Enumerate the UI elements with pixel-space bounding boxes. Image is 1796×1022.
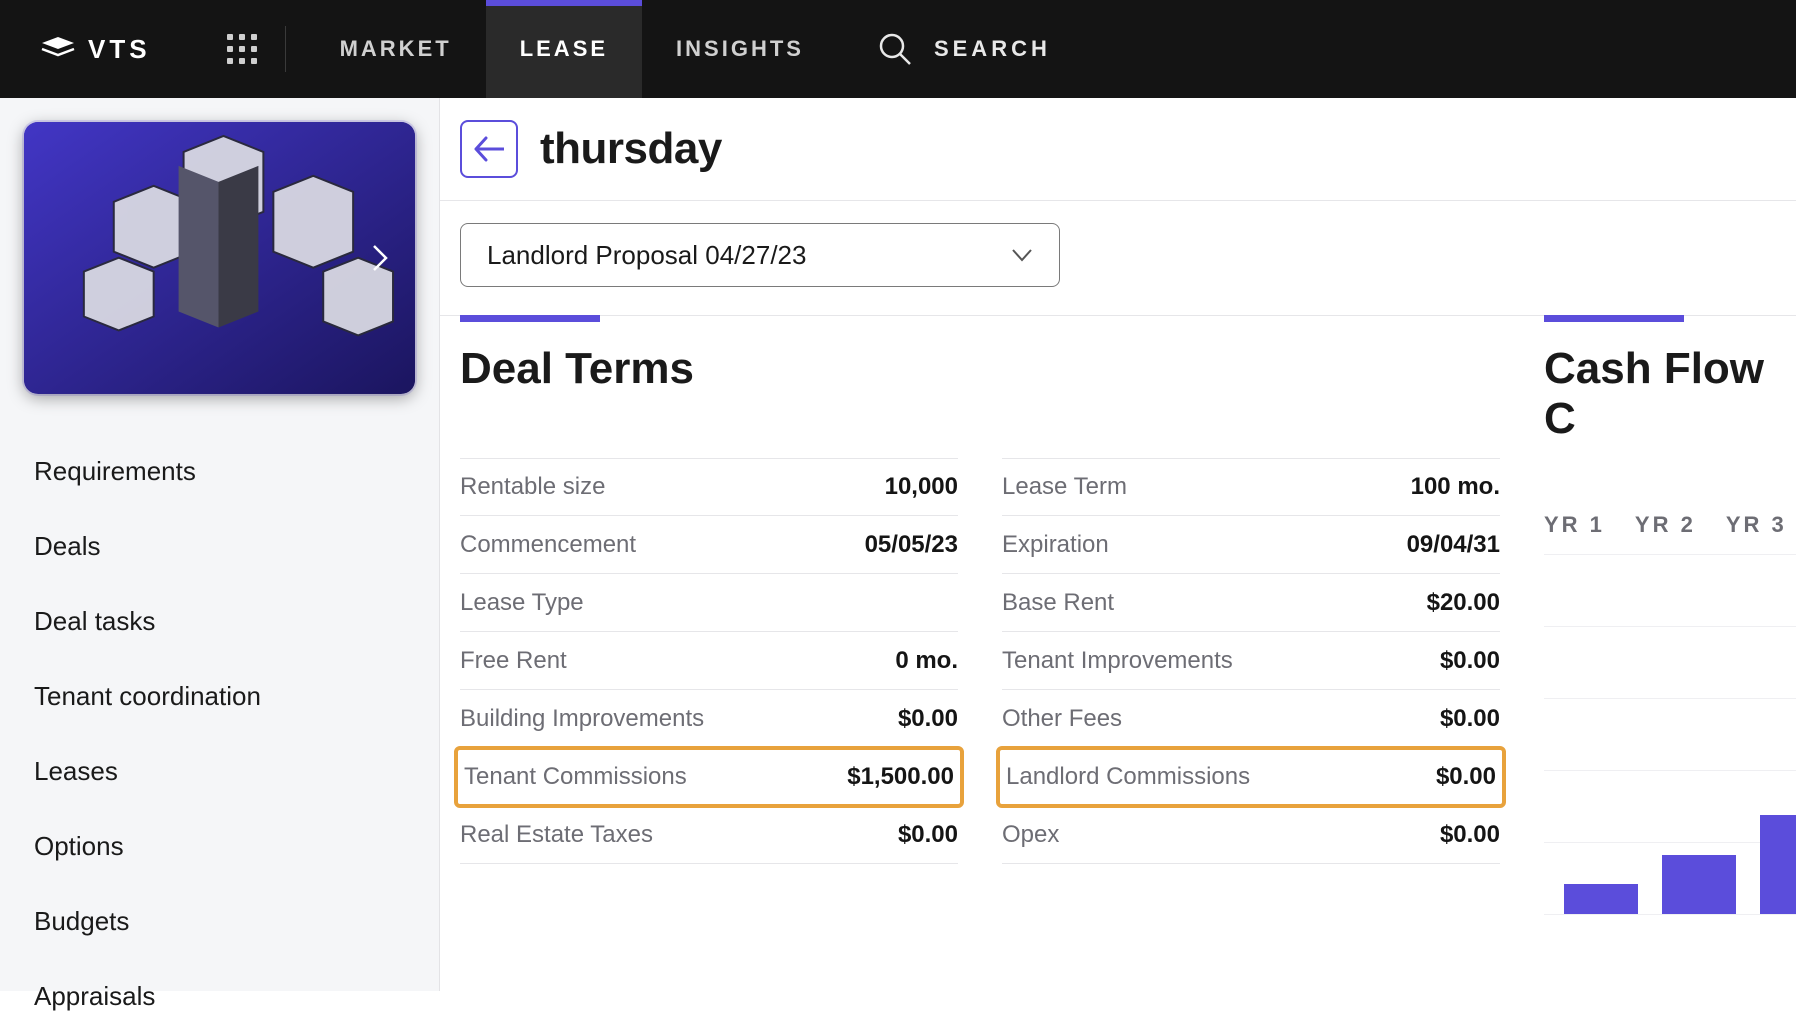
year-header: YR 1	[1544, 512, 1605, 538]
search-button[interactable]: SEARCH	[878, 32, 1051, 66]
term-value: $20.00	[1427, 589, 1500, 617]
cash-flow-heading: Cash Flow C	[1544, 344, 1796, 444]
term-value: $1,500.00	[847, 763, 954, 791]
main: thursday Landlord Proposal 04/27/23 Deal…	[440, 98, 1796, 991]
term-label: Expiration	[1002, 531, 1109, 559]
deal-terms-right-column: Lease Term 100 mo. Expiration 09/04/31 Base …	[1002, 458, 1500, 864]
term-row: Landlord Commissions $0.00	[996, 746, 1506, 808]
logo-icon	[40, 35, 76, 63]
nav-tab-insights[interactable]: INSIGHTS	[642, 0, 838, 98]
proposal-dropdown-value: Landlord Proposal 04/27/23	[487, 240, 806, 271]
term-value: 05/05/23	[865, 531, 958, 559]
proposal-dropdown[interactable]: Landlord Proposal 04/27/23	[460, 223, 1060, 287]
deal-terms-heading: Deal Terms	[460, 344, 1500, 394]
term-row: Opex $0.00	[1002, 806, 1500, 864]
term-value: $0.00	[1436, 763, 1496, 791]
sidebar-item-budgets[interactable]: Budgets	[34, 896, 415, 947]
term-value: $0.00	[898, 705, 958, 733]
term-row: Real Estate Taxes $0.00	[460, 806, 958, 864]
sidebar-item-deals[interactable]: Deals	[34, 521, 415, 572]
top-nav: VTS MARKET LEASE INSIGHTS SEARCH	[0, 0, 1796, 98]
term-value: 10,000	[885, 473, 958, 501]
nav-tab-lease[interactable]: LEASE	[486, 0, 642, 98]
term-row: Expiration 09/04/31	[1002, 516, 1500, 574]
panel-accent	[1544, 315, 1684, 322]
term-value: $0.00	[1440, 705, 1500, 733]
chart-bar	[1564, 884, 1638, 914]
term-row: Free Rent 0 mo.	[460, 632, 958, 690]
term-label: Real Estate Taxes	[460, 821, 653, 849]
term-label: Lease Type	[460, 589, 584, 617]
logo[interactable]: VTS	[0, 34, 183, 65]
city-illustration	[24, 122, 415, 393]
side-nav: Requirements Deals Deal tasks Tenant coo…	[24, 446, 415, 1022]
search-label: SEARCH	[934, 36, 1051, 62]
panel-accent	[460, 315, 600, 322]
term-row: Rentable size 10,000	[460, 458, 958, 516]
chevron-right-icon[interactable]	[363, 241, 397, 275]
term-row: Tenant Commissions $1,500.00	[454, 746, 964, 808]
year-header: YR 2	[1635, 512, 1696, 538]
term-row: Base Rent $20.00	[1002, 574, 1500, 632]
term-label: Lease Term	[1002, 473, 1127, 501]
term-row: Building Improvements $0.00	[460, 690, 958, 748]
sidebar-item-options[interactable]: Options	[34, 821, 415, 872]
logo-text: VTS	[88, 34, 151, 65]
chevron-down-icon	[1011, 248, 1033, 262]
term-label: Free Rent	[460, 647, 567, 675]
sidebar-item-appraisals[interactable]: Appraisals	[34, 971, 415, 1022]
sidebar-item-requirements[interactable]: Requirements	[34, 446, 415, 497]
arrow-left-icon	[474, 136, 504, 162]
chart-bar	[1662, 855, 1736, 914]
year-header: YR 3	[1726, 512, 1787, 538]
term-label: Base Rent	[1002, 589, 1114, 617]
term-row: Commencement 05/05/23	[460, 516, 958, 574]
nav-divider	[285, 26, 286, 72]
chart-bar	[1760, 815, 1796, 914]
deal-terms-left-column: Rentable size 10,000 Commencement 05/05/23 L…	[460, 458, 958, 864]
term-label: Tenant Commissions	[464, 763, 687, 791]
term-label: Landlord Commissions	[1006, 763, 1250, 791]
asset-card[interactable]: All assets 50 assets	[24, 122, 415, 394]
term-value: 100 mo.	[1411, 473, 1500, 501]
app-grid-icon[interactable]	[227, 34, 257, 64]
term-label: Rentable size	[460, 473, 605, 501]
term-label: Other Fees	[1002, 705, 1122, 733]
page-title: thursday	[540, 124, 722, 174]
term-label: Building Improvements	[460, 705, 704, 733]
page-header: thursday	[440, 98, 1796, 201]
sidebar-item-tenant-coordination[interactable]: Tenant coordination	[34, 671, 415, 722]
term-row: Tenant Improvements $0.00	[1002, 632, 1500, 690]
term-value: 09/04/31	[1407, 531, 1500, 559]
nav-tabs: MARKET LEASE INSIGHTS	[306, 0, 838, 98]
term-value: $0.00	[898, 821, 958, 849]
nav-tab-market[interactable]: MARKET	[306, 0, 486, 98]
term-row: Lease Type	[460, 574, 958, 632]
search-icon	[878, 32, 912, 66]
term-label: Opex	[1002, 821, 1059, 849]
term-value: 0 mo.	[895, 647, 958, 675]
deal-terms-panel: Deal Terms Rentable size 10,000 Commenceme…	[460, 315, 1500, 914]
back-button[interactable]	[460, 120, 518, 178]
sidebar: All assets 50 assets Requirements Deals …	[0, 98, 440, 991]
sidebar-item-deal-tasks[interactable]: Deal tasks	[34, 596, 415, 647]
term-row: Lease Term 100 mo.	[1002, 458, 1500, 516]
cash-flow-year-headers: YR 1 YR 2 YR 3	[1544, 512, 1796, 538]
cash-flow-chart	[1544, 554, 1796, 914]
term-label: Tenant Improvements	[1002, 647, 1233, 675]
term-value: $0.00	[1440, 647, 1500, 675]
cash-flow-panel: Cash Flow C YR 1 YR 2 YR 3	[1544, 315, 1796, 914]
term-row: Other Fees $0.00	[1002, 690, 1500, 748]
term-value: $0.00	[1440, 821, 1500, 849]
term-label: Commencement	[460, 531, 636, 559]
sidebar-item-leases[interactable]: Leases	[34, 746, 415, 797]
